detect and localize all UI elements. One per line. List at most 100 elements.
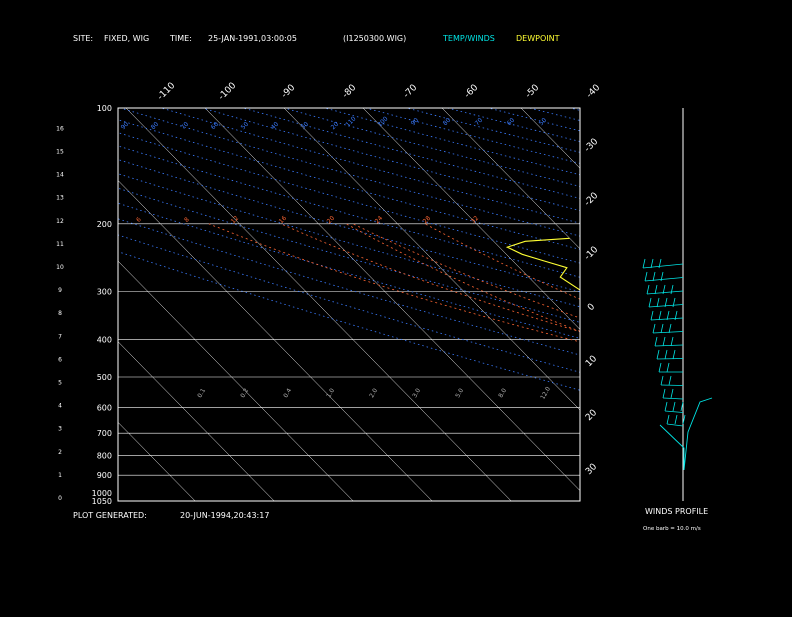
wind-barb-flag [657, 298, 659, 307]
wind-barb-flag [667, 415, 669, 424]
site-label: SITE: [73, 34, 93, 43]
moist-adiabat-line [353, 224, 792, 501]
wind-barb-flag [655, 337, 657, 346]
dry-adiabat-line [488, 108, 792, 501]
top-temperature-label: -60 [463, 83, 481, 101]
top-temperature-label: -80 [341, 83, 359, 101]
height-tick-label: 5 [58, 380, 62, 387]
moist-adiabat-line [281, 224, 792, 501]
dry-adiabat-line [407, 108, 792, 501]
isotherm-line [600, 108, 792, 501]
wind-barb-flag [671, 389, 673, 398]
mixing-ratio-label: 0.4 [282, 387, 293, 399]
right-temperature-label: -30 [583, 137, 601, 155]
mixing-ratio-label: 3.0 [411, 387, 422, 399]
top-temperature-label: -50 [524, 83, 542, 101]
dry-adiabat-line [693, 108, 792, 501]
wind-barb-flag [659, 363, 661, 372]
top-temperature-label: -90 [280, 83, 298, 101]
moist-adiabat-label: 32 [470, 215, 480, 225]
dry-adiabat-line [325, 108, 792, 501]
pressure-tick-label: 900 [97, 471, 112, 480]
dry-adiabat-label: 70 [180, 121, 190, 131]
dry-adiabat-line [243, 108, 792, 501]
chart-labels: 1002003004005006007008009001000105001234… [56, 81, 602, 506]
top-temperature-label: -70 [402, 83, 420, 101]
height-tick-label: 16 [56, 125, 64, 132]
mixing-ratio-line [751, 407, 792, 501]
file-id: (I1250300.WIG) [343, 34, 406, 43]
height-tick-label: 8 [58, 310, 62, 317]
height-tick-label: 7 [58, 333, 62, 340]
dry-adiabat-line [284, 108, 792, 501]
dry-adiabat-label: 20 [330, 121, 340, 131]
wind-barb-flag [647, 285, 649, 294]
wind-barb-flag [663, 389, 665, 398]
theta-label: 90 [410, 117, 420, 127]
mixing-ratio-label: 2.0 [368, 387, 379, 399]
plot-generated-label: PLOT GENERATED: [73, 511, 147, 520]
moist-adiabat-label: 28 [422, 215, 432, 225]
isotherm-line [0, 108, 195, 501]
wind-barb-shaft [643, 264, 683, 268]
wind-barb-flag [649, 298, 651, 307]
dry-adiabat-label: 30 [300, 121, 310, 131]
wind-barb-flag [673, 402, 675, 411]
height-tick-label: 13 [56, 195, 64, 202]
wind-barb-flag [653, 324, 655, 333]
skew-t-chart: SITE: FIXED, WIG TIME: 25-JAN-1991,03:00… [0, 0, 792, 612]
top-temperature-label: -100 [217, 81, 239, 103]
dry-adiabat-label: 50 [240, 121, 250, 131]
pressure-tick-label: 100 [97, 104, 112, 113]
right-temperature-label: -20 [583, 191, 601, 209]
pressure-tick-label: 700 [97, 429, 112, 438]
wind-barb-flag [663, 337, 665, 346]
mixing-ratio-label: 5.0 [454, 387, 465, 399]
dry-adiabat-label: 40 [270, 121, 280, 131]
isotherm-line [521, 108, 792, 501]
pressure-tick-label: 1050 [92, 497, 112, 506]
wind-barb-flag [675, 415, 677, 424]
mixing-ratio-label: 1.0 [325, 387, 336, 399]
wind-barb-shaft [653, 332, 683, 334]
right-temperature-label: -10 [583, 245, 601, 263]
moist-adiabat-label: 24 [374, 215, 384, 225]
wind-barb-flag [659, 311, 661, 320]
mixing-ratio-label: 0.2 [239, 387, 250, 399]
plot-frame [118, 108, 580, 501]
plot-generated-value: 20-JUN-1994,20:43:17 [180, 511, 269, 520]
isotherm-line [758, 108, 792, 501]
moist-adiabat-label: 16 [278, 215, 288, 225]
pressure-tick-label: 600 [97, 403, 112, 412]
wind-barb-flag [671, 285, 673, 294]
height-tick-label: 4 [58, 403, 62, 410]
isotherm-line [47, 108, 432, 501]
moist-adiabat-line [425, 224, 792, 501]
mixing-ratio-line [688, 407, 792, 501]
wind-barb-shaft [667, 424, 683, 426]
wind-barb-flag [645, 272, 647, 281]
moist-adiabat-label: 6 [135, 216, 143, 224]
winds-profile-title: WINDS PROFILE [645, 507, 708, 516]
theta-label: 50 [538, 117, 548, 127]
isotherm-line [679, 108, 792, 501]
pressure-tick-label: 400 [97, 336, 112, 345]
theta-label: 80 [442, 117, 452, 127]
right-temperature-label: 30 [584, 462, 599, 477]
wind-barb-flag [673, 298, 675, 307]
dry-adiabat-label: 90 [120, 121, 130, 131]
theta-label: 60 [506, 117, 516, 127]
wind-barb-flag [653, 272, 655, 281]
height-tick-label: 15 [56, 149, 64, 156]
height-tick-label: 12 [56, 218, 64, 225]
height-tick-label: 9 [58, 287, 62, 294]
wind-barb-shaft [657, 359, 683, 360]
dry-adiabat-line [529, 108, 792, 501]
mixing-ratio-label: 8.0 [497, 387, 508, 399]
wind-barb-shaft [645, 278, 683, 282]
dewpoint-line [507, 238, 792, 492]
mixing-ratio-label: 0.1 [196, 387, 207, 399]
winds-profile [643, 259, 712, 470]
pressure-tick-label: 300 [97, 288, 112, 297]
isotherm-line [363, 108, 748, 501]
